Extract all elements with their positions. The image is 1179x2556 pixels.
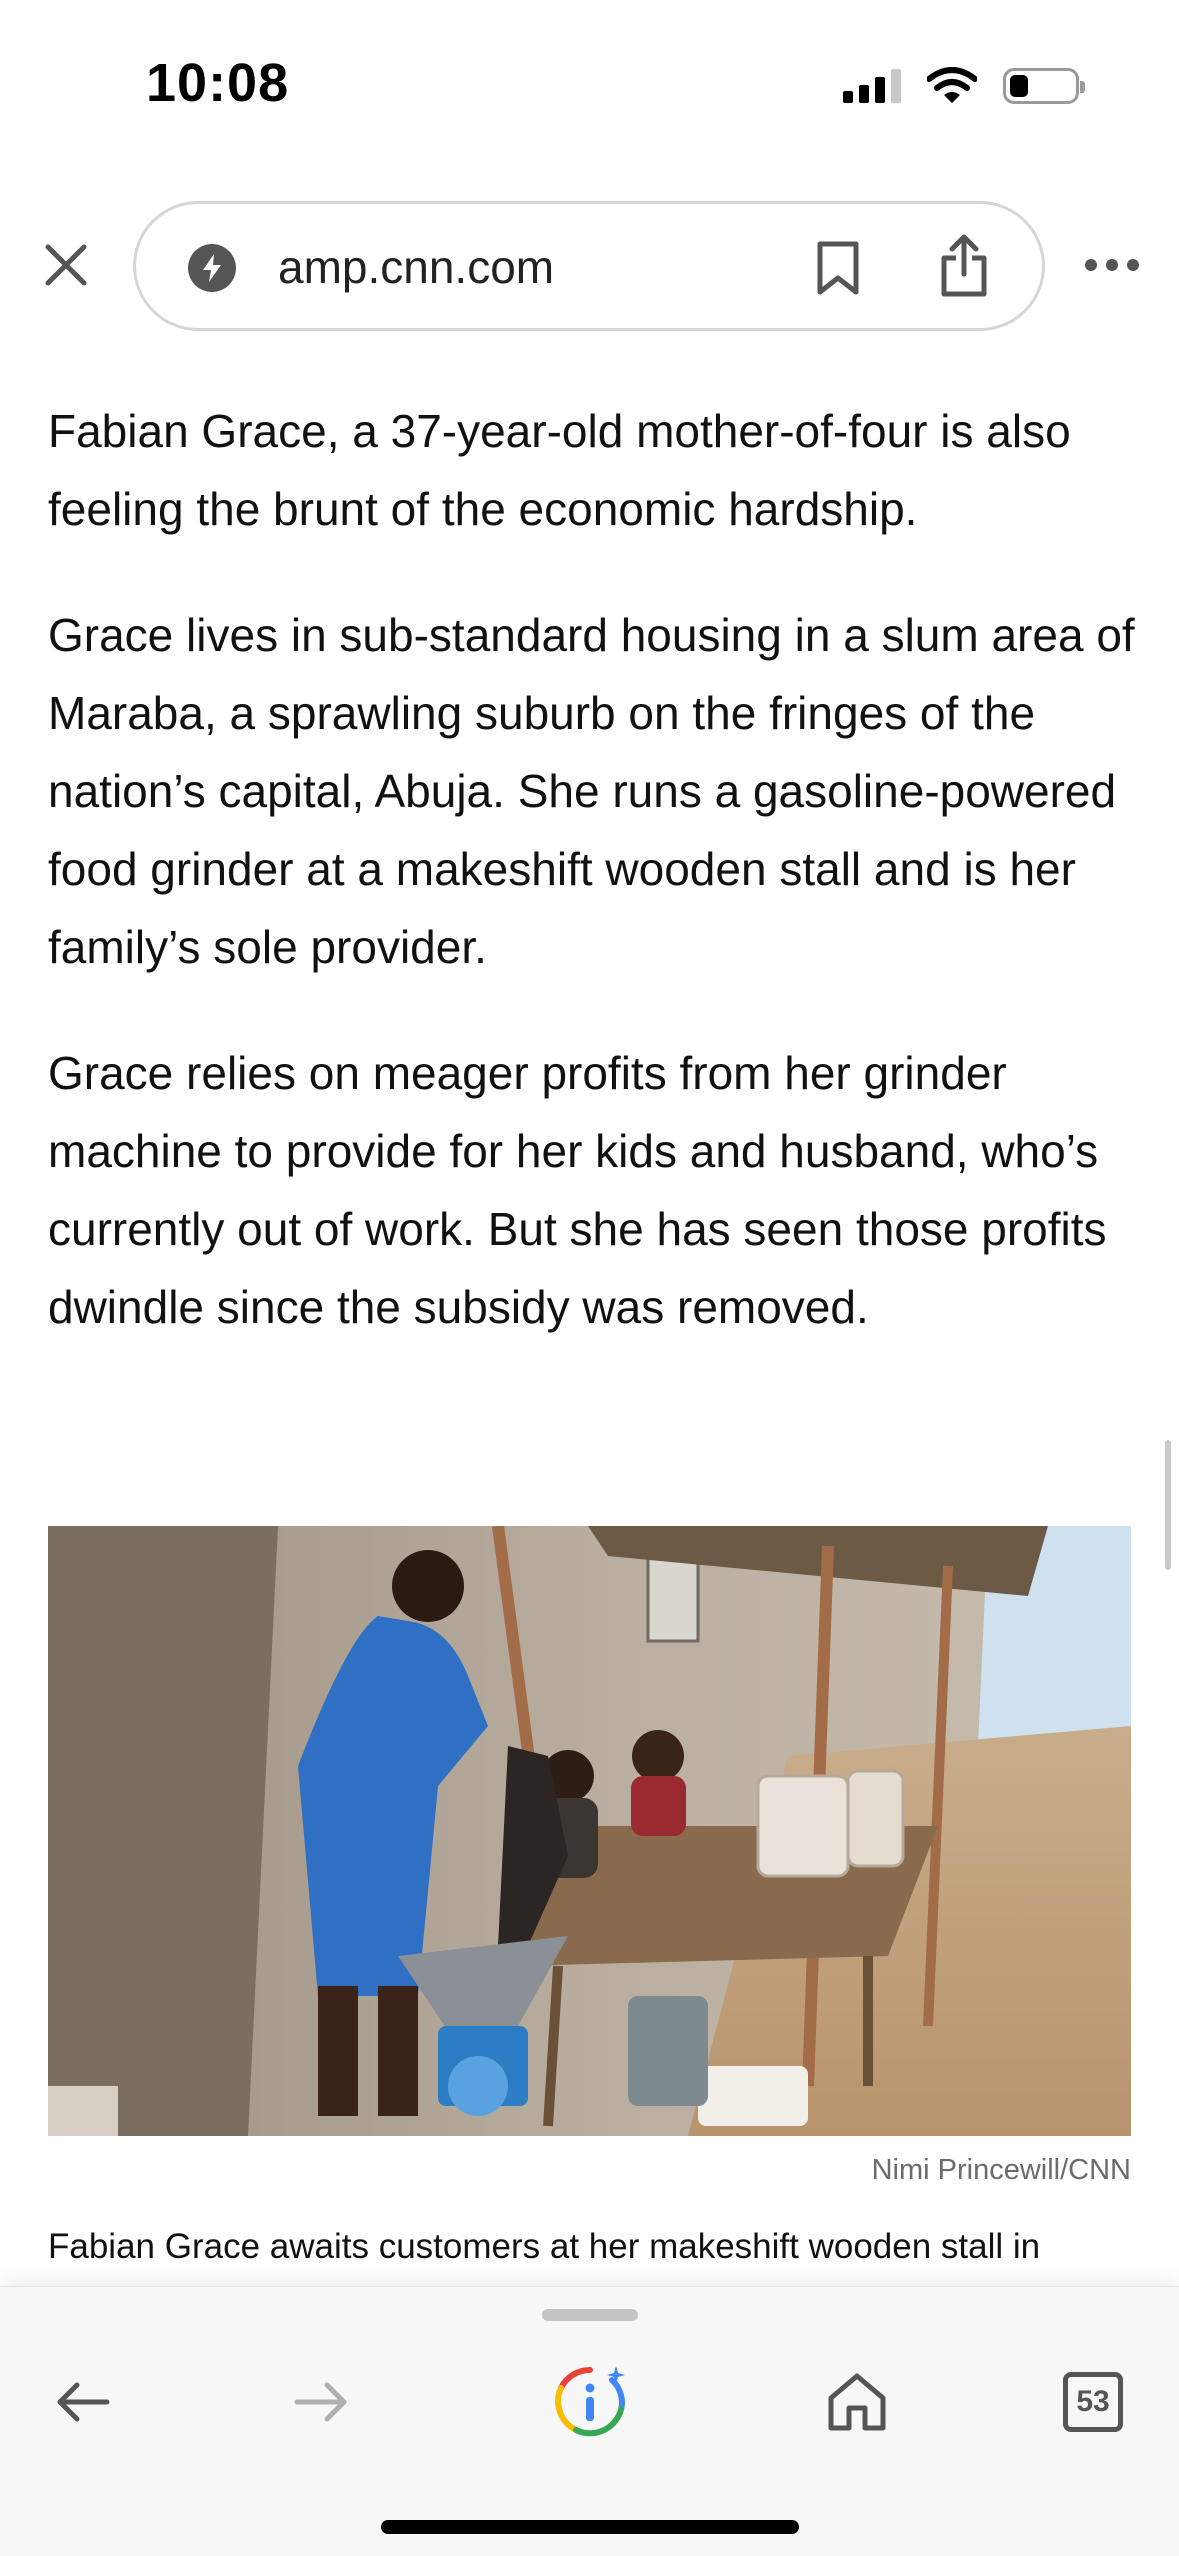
tabs-button[interactable]: 53 [1048, 2357, 1138, 2447]
url-text: amp.cnn.com [278, 241, 555, 293]
article-body: Fabian Grace, a 37-year-old mother-of-fo… [48, 392, 1138, 1394]
home-icon [828, 2373, 886, 2431]
close-icon [45, 244, 87, 286]
sheet-grabber[interactable] [542, 2309, 638, 2321]
more-button[interactable] [1082, 243, 1142, 287]
image-credit: Nimi Princewill/CNN [871, 2154, 1131, 2186]
article-paragraph: Grace lives in sub-standard housing in a… [48, 609, 1135, 973]
article-paragraph: Fabian Grace, a 37-year-old mother-of-fo… [48, 405, 1071, 535]
article-paragraph: Grace relies on meager profits from her … [48, 1047, 1107, 1333]
address-bar[interactable]: amp.cnn.com [133, 201, 1045, 331]
home-button[interactable] [812, 2357, 902, 2447]
back-button[interactable] [38, 2357, 128, 2447]
article-photo[interactable] [48, 1526, 1131, 2136]
cellular-signal-icon [843, 69, 901, 103]
browser-toolbar: amp.cnn.com [0, 195, 1179, 337]
status-bar: 10:08 [0, 0, 1179, 175]
back-arrow-icon [57, 2382, 110, 2422]
forward-arrow-icon [294, 2382, 347, 2422]
google-lens-button[interactable] [545, 2357, 635, 2447]
forward-button[interactable] [276, 2357, 366, 2447]
bookmark-button[interactable] [808, 236, 868, 300]
tabs-icon: 53 [1063, 2372, 1123, 2432]
battery-icon [1003, 68, 1085, 104]
image-caption: Fabian Grace awaits customers at her mak… [48, 2227, 1041, 2266]
bottom-toolbar: 53 [0, 2286, 1179, 2556]
article-figure: Nimi Princewill/CNN [48, 1526, 1131, 2187]
scroll-indicator [1165, 1440, 1171, 1570]
share-icon [941, 234, 987, 297]
tab-count: 53 [1076, 2385, 1110, 2418]
share-button[interactable] [932, 230, 996, 302]
wifi-icon [927, 67, 977, 103]
status-time: 10:08 [146, 53, 290, 113]
more-icon [1085, 259, 1139, 271]
google-lens-info-icon [555, 2366, 625, 2437]
amp-lightning-icon [188, 244, 236, 292]
close-button[interactable] [36, 235, 96, 295]
bookmark-icon [817, 241, 859, 295]
home-indicator [381, 2520, 799, 2534]
status-icons [843, 62, 1085, 110]
